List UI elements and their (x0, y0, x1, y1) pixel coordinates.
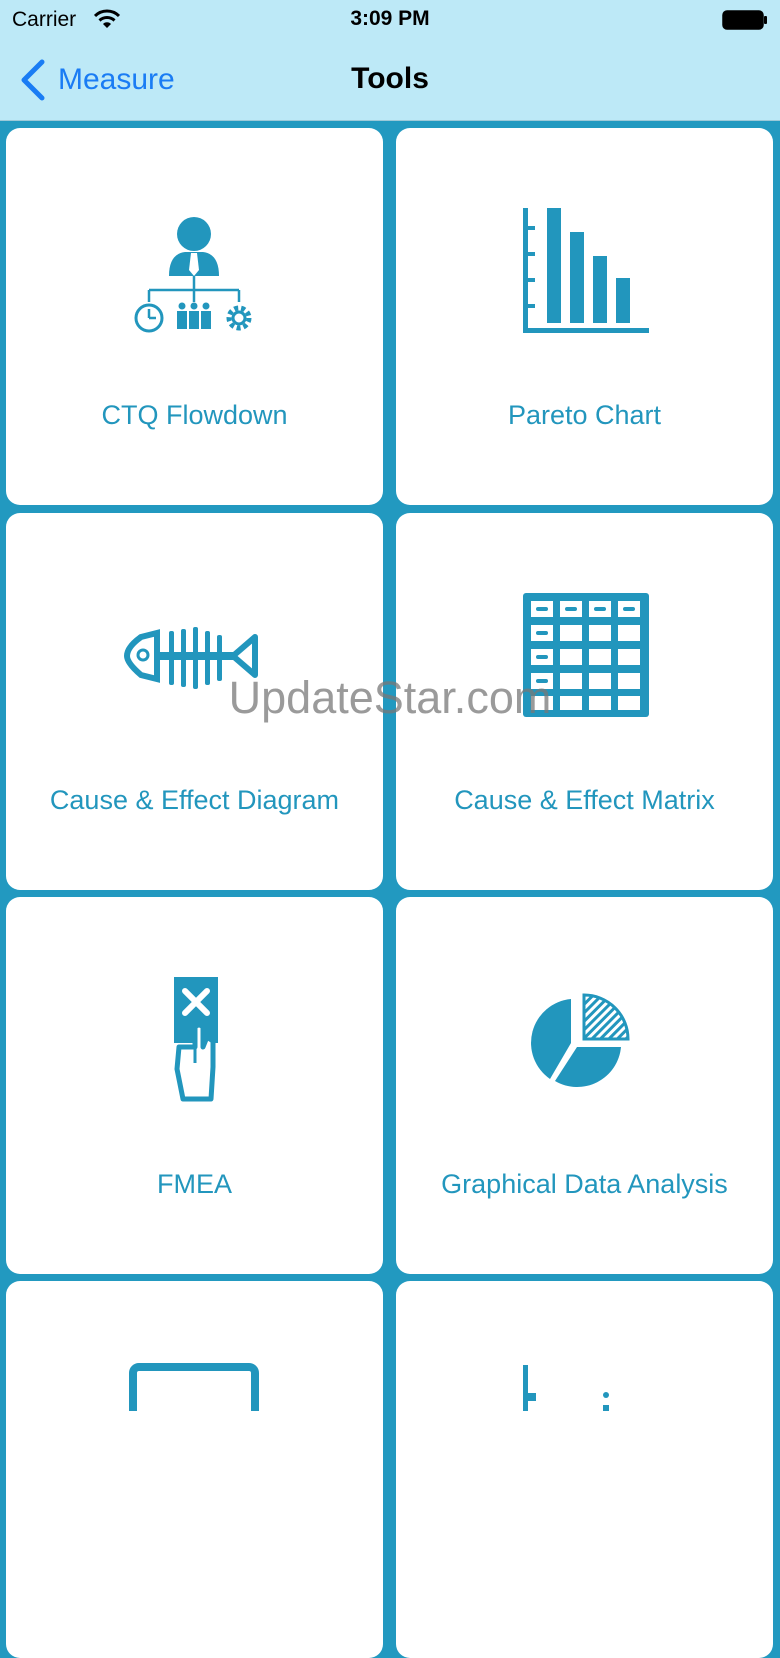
tile-partial-left[interactable] (6, 1281, 383, 1658)
pie-chart-icon (531, 993, 630, 1088)
tile-fmea[interactable]: FMEA (6, 897, 383, 1274)
org-chart-icon (134, 217, 252, 333)
battery-icon (722, 10, 767, 30)
monitor-icon (129, 1363, 259, 1411)
tile-label: FMEA (156, 1169, 232, 1199)
fishbone-icon (123, 627, 258, 689)
tile-label: Pareto Chart (507, 400, 662, 430)
tile-label: Graphical Data Analysis (441, 1169, 728, 1199)
tile-pareto-chart[interactable]: Pareto Chart (396, 128, 773, 505)
navigation-bar: Measure Tools (0, 40, 780, 121)
bar-chart-icon (523, 1365, 609, 1411)
tile-label: CTQ Flowdown (101, 400, 288, 430)
failure-card-icon (174, 977, 218, 1102)
tile-graphical-data-analysis[interactable]: Graphical Data Analysis (396, 897, 773, 1274)
status-time: 3:09 PM (350, 7, 430, 30)
tools-grid: CTQ Flowdown Pareto Chart Cause & Effect… (0, 122, 780, 1658)
tile-ctq-flowdown[interactable]: CTQ Flowdown (6, 128, 383, 505)
tile-cause-effect-diagram[interactable]: Cause & Effect Diagram (6, 513, 383, 890)
tile-label: Cause & Effect Matrix (454, 785, 715, 815)
matrix-grid-icon (523, 593, 649, 717)
tile-label: Cause & Effect Diagram (49, 785, 340, 815)
tile-cause-effect-matrix[interactable]: Cause & Effect Matrix (396, 513, 773, 890)
page-title: Tools (351, 62, 429, 95)
tile-partial-right[interactable] (396, 1281, 773, 1658)
status-bar: Carrier 3:09 PM (0, 0, 780, 40)
pareto-chart-icon (523, 208, 649, 333)
